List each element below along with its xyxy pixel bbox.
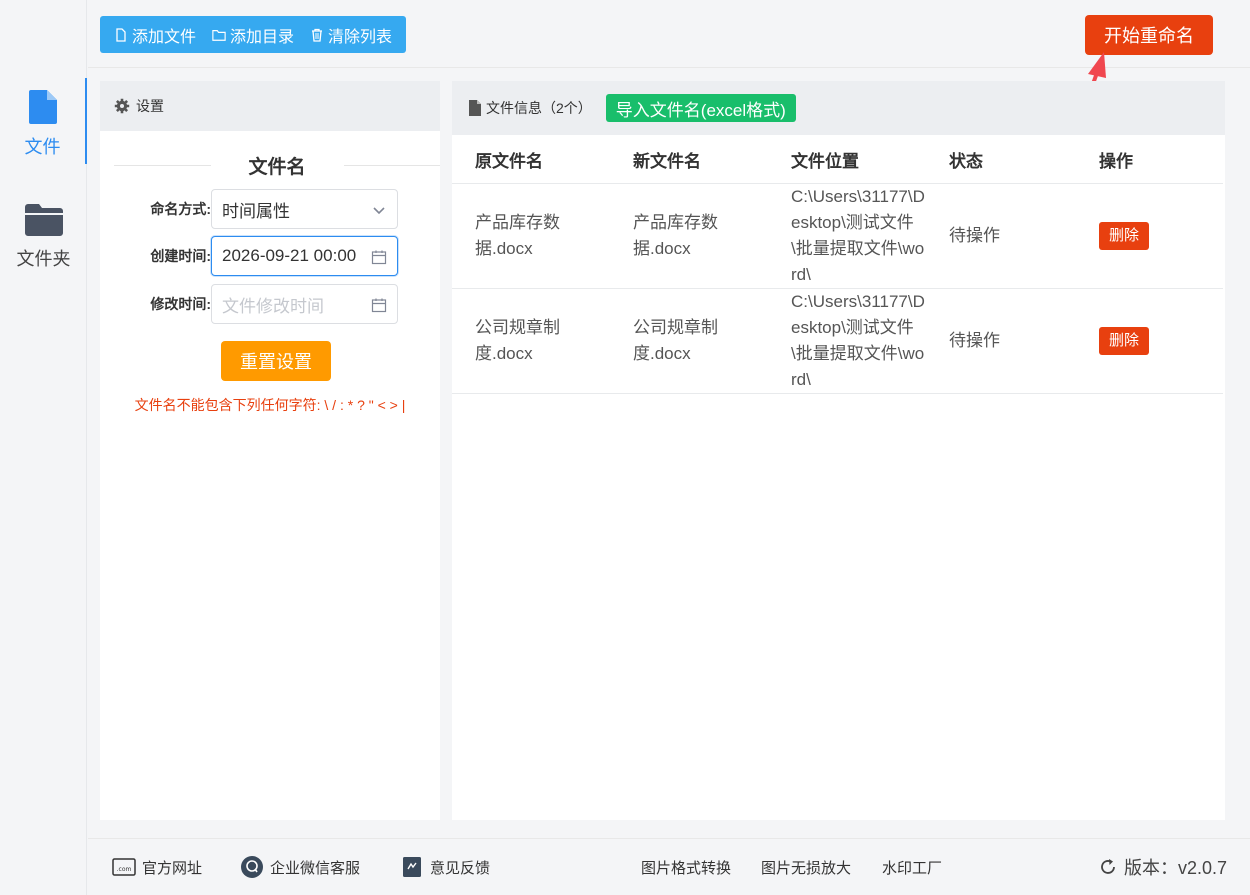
version-label: 版本：v2.0.7	[1124, 858, 1228, 878]
modify-time-row: 修改时间: 文件修改时间	[100, 284, 440, 324]
original-name-cell: 公司规章制度.docx	[475, 318, 560, 363]
new-name-cell: 公司规章制度.docx	[633, 318, 718, 363]
wechat-service-link[interactable]: 企业微信客服	[240, 855, 360, 879]
table-header: 原文件名 新文件名 文件位置 状态 操作	[452, 135, 1223, 184]
naming-mode-value: 时间属性	[222, 201, 290, 221]
left-nav: 文件 文件夹	[0, 0, 87, 895]
action-cell: 删除	[1076, 222, 1223, 250]
watermark-link[interactable]: 水印工厂	[882, 857, 942, 878]
file-list-panel: 文件信息（2个） 导入文件名(excel格式) 原文件名 新文件名 文件位置 状…	[452, 81, 1225, 820]
file-info-header: 文件信息（2个） 导入文件名(excel格式)	[452, 81, 1225, 135]
add-file-button[interactable]: 添加文件	[106, 16, 204, 53]
refresh-icon	[1101, 859, 1115, 874]
document-icon	[469, 100, 481, 116]
file-info-label: 文件信息（2个）	[486, 100, 592, 116]
filename-section-title: 文件名	[114, 151, 441, 179]
feedback-label: 意见反馈	[430, 859, 491, 877]
nav-folder-tab[interactable]: 文件夹	[0, 196, 87, 276]
create-time-label: 创建时间:	[150, 248, 211, 264]
add-file-label: 添加文件	[132, 28, 197, 46]
modify-time-picker[interactable]: 文件修改时间	[211, 284, 398, 324]
create-time-value: 2026-09-21 00:00	[222, 246, 357, 265]
image-convert-label: 图片格式转换	[641, 859, 732, 877]
add-directory-label: 添加目录	[230, 28, 295, 46]
website-icon: .com	[112, 858, 136, 876]
wechat-service-label: 企业微信客服	[270, 859, 361, 877]
nav-file-label: 文件	[24, 137, 61, 157]
modify-time-placeholder: 文件修改时间	[222, 296, 324, 316]
create-time-row: 创建时间: 2026-09-21 00:00	[100, 236, 440, 276]
image-convert-link[interactable]: 图片格式转换	[641, 857, 731, 878]
status-cell: 待操作	[949, 226, 1000, 245]
filename-warning-text: 文件名不能包含下列任何字符: \ / : * ? " < > |	[134, 397, 406, 413]
delete-button[interactable]: 删除	[1099, 222, 1150, 250]
svg-text:.com: .com	[117, 866, 132, 873]
col-status: 状态	[949, 151, 983, 171]
naming-mode-select[interactable]: 时间属性	[211, 189, 398, 229]
calendar-icon	[371, 298, 387, 313]
version-info: 版本：v2.0.7	[1098, 854, 1227, 880]
file-actions-group: 添加文件 添加目录 清除列表	[100, 16, 407, 53]
delete-button[interactable]: 删除	[1099, 327, 1150, 355]
naming-mode-label: 命名方式:	[150, 201, 211, 217]
original-name-cell: 产品库存数据.docx	[475, 213, 560, 258]
nav-folder-label: 文件夹	[16, 249, 71, 269]
add-directory-button[interactable]: 添加目录	[204, 16, 302, 53]
chevron-down-icon	[373, 207, 385, 215]
official-site-link[interactable]: .com 官方网址	[112, 855, 202, 879]
folder-outline-icon	[212, 29, 226, 41]
folder-icon	[24, 204, 63, 236]
file-icon	[28, 90, 57, 124]
watermark-label: 水印工厂	[882, 859, 943, 877]
modify-time-label: 修改时间:	[150, 296, 211, 312]
create-time-picker[interactable]: 2026-09-21 00:00	[211, 236, 398, 276]
naming-mode-row: 命名方式: 时间属性	[100, 189, 440, 229]
image-enlarge-link[interactable]: 图片无损放大	[761, 857, 851, 878]
clear-list-label: 清除列表	[328, 28, 393, 46]
col-action: 操作	[1099, 151, 1133, 171]
new-name-cell: 产品库存数据.docx	[633, 213, 718, 258]
clear-list-button[interactable]: 清除列表	[302, 16, 400, 53]
settings-panel: 设置 文件名 命名方式: 时间属性 创建时间: 2026-09-21 00:00…	[100, 81, 441, 820]
divider	[114, 164, 211, 166]
feedback-icon	[403, 857, 421, 877]
wechat-icon	[241, 856, 263, 878]
nav-file-tab[interactable]: 文件	[0, 78, 87, 164]
divider	[343, 164, 441, 166]
settings-header: 设置	[100, 81, 440, 131]
table-row: 产品库存数据.docx 产品库存数据.docx C:\Users\31177\D…	[452, 184, 1223, 289]
feedback-link[interactable]: 意见反馈	[400, 855, 490, 879]
location-cell: C:\Users\31177\Desktop\测试文件\批量提取文件\word\	[791, 292, 925, 389]
import-excel-button[interactable]: 导入文件名(excel格式)	[605, 94, 796, 122]
table-row: 公司规章制度.docx 公司规章制度.docx C:\Users\31177\D…	[452, 289, 1223, 394]
official-site-label: 官方网址	[142, 859, 203, 877]
action-cell: 删除	[1076, 327, 1223, 355]
col-location: 文件位置	[791, 151, 859, 171]
col-original-name: 原文件名	[475, 151, 543, 171]
gear-icon	[114, 98, 130, 114]
calendar-icon	[371, 250, 387, 265]
trash-icon	[312, 28, 323, 42]
status-cell: 待操作	[949, 331, 1000, 350]
file-table: 原文件名 新文件名 文件位置 状态 操作 产品库存数据.docx 产品库存数据.…	[452, 135, 1223, 394]
filename-section-label: 文件名	[248, 156, 306, 178]
settings-header-label: 设置	[136, 98, 164, 114]
footer-bar: .com 官方网址 企业微信客服 意见反馈 图片格式转换 图片无损放大 水印工厂…	[88, 838, 1250, 895]
file-outline-icon	[116, 27, 126, 42]
location-cell: C:\Users\31177\Desktop\测试文件\批量提取文件\word\	[791, 187, 925, 284]
reset-settings-button[interactable]: 重置设置	[221, 341, 331, 381]
col-new-name: 新文件名	[633, 151, 701, 171]
image-enlarge-label: 图片无损放大	[761, 859, 852, 877]
